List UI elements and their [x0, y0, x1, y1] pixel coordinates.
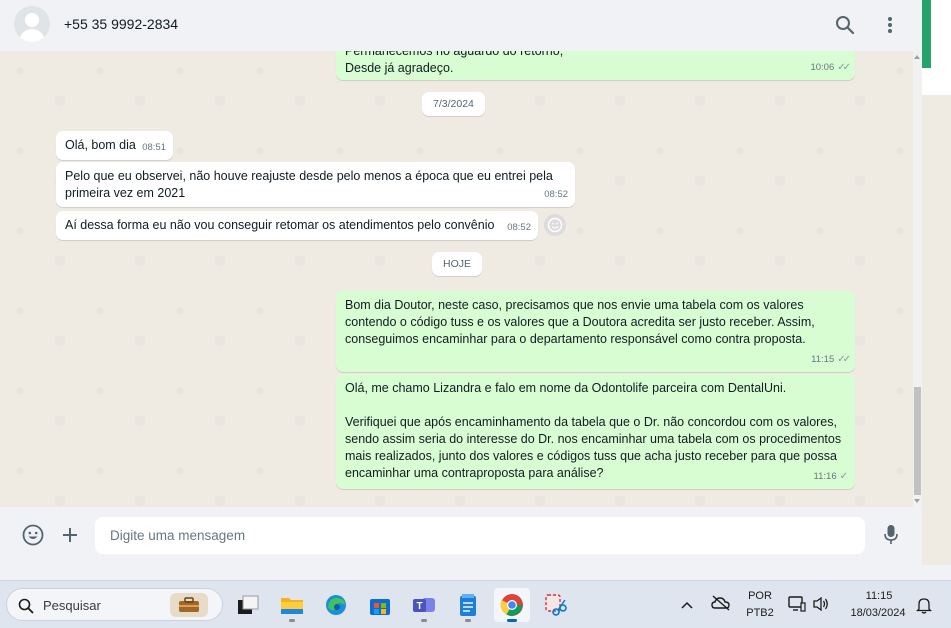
- double-check-icon: ✓✓: [837, 62, 851, 73]
- emoji-icon[interactable]: [20, 522, 46, 548]
- taskbar-search-box[interactable]: Pesquisar: [6, 588, 223, 621]
- svg-text:T: T: [416, 601, 422, 612]
- chat-header: +55 35 9992-2834: [0, 0, 922, 51]
- message-outgoing[interactable]: Bom dia Doutor, neste caso, precisamos q…: [336, 291, 855, 372]
- date-separator: HOJE: [432, 252, 483, 276]
- edge-browser-icon[interactable]: [318, 588, 354, 622]
- window-edge: [922, 0, 951, 95]
- date-separator: 7/3/2024: [422, 92, 485, 116]
- message-time: 08:52: [507, 222, 531, 233]
- message-text: Bom dia Doutor, neste caso, precisamos q…: [345, 298, 815, 346]
- message-time: 10:06: [810, 62, 835, 73]
- snipping-tool-icon[interactable]: [538, 588, 574, 622]
- keyboard-layout-indicator[interactable]: PTB2: [745, 607, 775, 619]
- volume-icon[interactable]: [812, 595, 830, 618]
- smiley-icon: [547, 217, 563, 233]
- message-text: Pelo que eu observei, não houve reajuste…: [65, 169, 553, 200]
- message-time: 08:51: [142, 142, 166, 153]
- window-bottom-border: [0, 565, 951, 580]
- message-text: Aí dessa forma eu não vou conseguir reto…: [65, 218, 495, 232]
- reaction-emoji-button[interactable]: [544, 214, 566, 236]
- message-text: Olá, me chamo Lizandra e falo em nome da…: [345, 381, 787, 395]
- message-meta: 08:52: [507, 219, 531, 236]
- scroll-down-arrow[interactable]: [914, 499, 920, 503]
- search-icon[interactable]: [832, 12, 858, 38]
- search-icon: [18, 598, 34, 614]
- chrome-browser-icon[interactable]: [494, 588, 530, 622]
- clock-date[interactable]: 18/03/2024: [842, 607, 914, 619]
- microphone-icon[interactable]: [878, 522, 904, 548]
- message-incoming[interactable]: Olá, bom dia 08:51: [56, 131, 173, 160]
- message-meta: 08:51: [142, 139, 166, 156]
- briefcase-icon: [170, 593, 208, 617]
- notepad-icon[interactable]: [450, 588, 486, 622]
- message-meta: 11:16 ✓: [814, 468, 848, 485]
- task-view-icon[interactable]: [230, 588, 266, 622]
- file-explorer-icon[interactable]: [274, 588, 310, 622]
- menu-dots-icon[interactable]: [877, 12, 903, 38]
- message-meta: 11:15 ✓✓: [811, 351, 851, 368]
- clock-time[interactable]: 11:15: [864, 590, 894, 602]
- chevron-up-icon[interactable]: [680, 597, 694, 615]
- windows-taskbar: Pesquisar T POR PTB2 11:15 18/03/2024: [0, 580, 951, 628]
- notification-bell-icon[interactable]: [915, 596, 933, 619]
- message-meta: 08:52: [544, 186, 568, 203]
- cloud-offline-icon[interactable]: [711, 595, 731, 616]
- compose-bar: [0, 507, 922, 565]
- message-text: Olá, bom dia: [65, 138, 136, 152]
- message-outgoing[interactable]: Permanecemos no aguardo do retorno, Desd…: [336, 51, 855, 80]
- chat-scrollbar[interactable]: [913, 51, 922, 507]
- network-icon[interactable]: [788, 595, 806, 618]
- message-time: 11:16: [813, 471, 837, 482]
- message-incoming[interactable]: Pelo que eu observei, não houve reajuste…: [56, 162, 575, 207]
- microsoft-store-icon[interactable]: [362, 588, 398, 622]
- message-meta: 10:06 ✓✓: [810, 59, 851, 76]
- scroll-thumb[interactable]: [914, 387, 921, 495]
- message-incoming[interactable]: Aí dessa forma eu não vou conseguir reto…: [56, 211, 538, 240]
- message-input[interactable]: [95, 517, 865, 554]
- message-text: Verifiquei que após encaminhamento da ta…: [345, 415, 842, 480]
- message-time: 08:52: [544, 189, 568, 200]
- message-text: Desde já agradeço.: [345, 61, 454, 75]
- chat-messages-area[interactable]: Permanecemos no aguardo do retorno, Desd…: [0, 51, 922, 507]
- search-label: Pesquisar: [43, 598, 101, 613]
- message-time: 11:15: [811, 354, 835, 365]
- language-indicator[interactable]: POR: [745, 590, 775, 602]
- contact-avatar[interactable]: [14, 6, 50, 42]
- attach-plus-icon[interactable]: [57, 522, 83, 548]
- scroll-up-arrow[interactable]: [914, 55, 920, 59]
- message-text: Permanecemos no aguardo do retorno,: [345, 51, 564, 58]
- double-check-icon: ✓✓: [837, 354, 851, 365]
- teams-icon[interactable]: T: [406, 588, 442, 622]
- check-icon: ✓: [839, 471, 848, 482]
- message-outgoing[interactable]: Olá, me chamo Lizandra e falo em nome da…: [336, 374, 855, 489]
- contact-name[interactable]: +55 35 9992-2834: [64, 16, 178, 32]
